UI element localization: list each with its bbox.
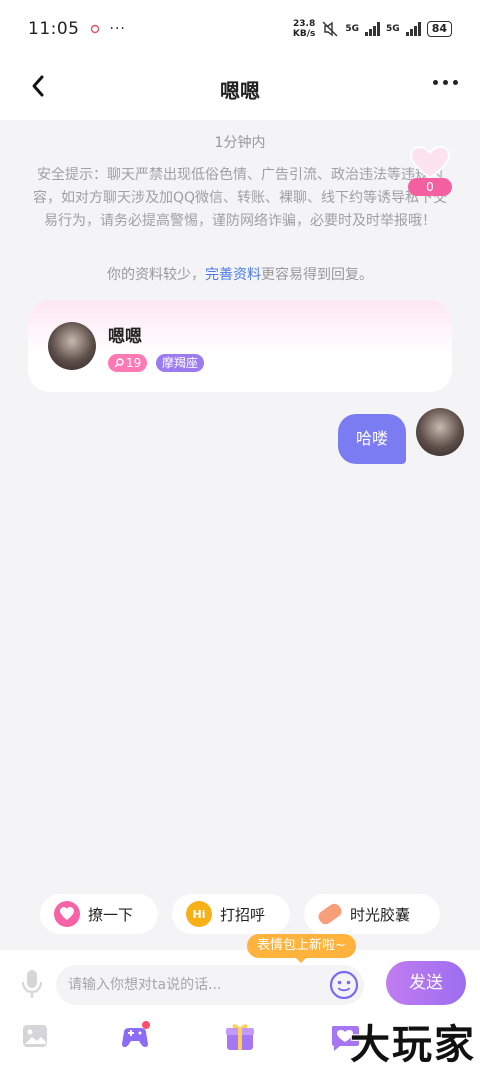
more-notifications-icon: ··· [109,21,126,37]
quick-actions: 撩一下 Hi 打招呼 时光胶囊 [0,894,480,934]
avatar[interactable] [48,322,96,370]
capsule-icon [316,901,344,927]
net-speed: 23.8 KB/s [292,19,316,39]
message-input[interactable] [56,965,364,1005]
back-button[interactable] [24,72,52,100]
profile-name: 嗯嗯 [108,327,142,347]
heart-icon [410,146,450,180]
my-avatar[interactable] [416,408,464,456]
microphone-icon[interactable] [18,968,46,1000]
age-badge: 19 [108,354,148,372]
profile-card[interactable]: 嗯嗯 19 摩羯座 [28,300,452,392]
more-options-button[interactable] [433,80,458,85]
battery-indicator: 84 [426,21,452,37]
status-bar: 11:05 ··· 23.8 KB/s 5G 5G 84 [0,0,480,58]
signal-icon [365,22,381,36]
image-icon[interactable] [18,1020,52,1054]
sim2-label: 5G [386,24,400,34]
page-title: 嗯嗯 [220,78,260,103]
game-controller-icon[interactable] [118,1020,152,1054]
chat-header: 嗯嗯 [0,58,480,120]
profile-tip: 你的资料较少，完善资料更容易得到回复。 [107,267,373,283]
mute-icon [322,21,338,37]
sim1-label: 5G [345,24,360,34]
complete-profile-link[interactable]: 完善资料 [205,267,261,283]
emoji-icon[interactable] [329,970,359,1000]
flirt-icon [54,901,80,927]
signal-icon-2 [405,22,421,36]
hi-icon: Hi [186,901,212,927]
status-time: 11:05 [28,19,80,39]
send-button[interactable]: 发送 [386,961,466,1005]
heart-count-badge: 0 [408,178,452,196]
safety-notice: 安全提示：聊天严禁出现低俗色情、广告引流、政治违法等违规内容，如对方聊天涉及加Q… [32,167,448,229]
gift-icon[interactable] [223,1020,257,1054]
female-gender-icon [114,358,124,368]
zodiac-badge: 摩羯座 [156,354,205,372]
intimacy-widget[interactable]: 0 [408,146,452,200]
flirt-button[interactable]: 撩一下 [40,894,158,934]
new-emoji-tooltip[interactable]: 表情包上新啦~ [247,934,356,963]
watermark-logo: 大玩家 [350,1021,476,1066]
message-bubble[interactable]: 哈喽 [337,414,406,464]
time-capsule-button[interactable]: 时光胶囊 [304,894,440,934]
input-bar: 发送 [0,950,480,1020]
notification-icon [90,24,99,34]
chevron-left-icon [32,75,44,97]
greet-button[interactable]: Hi 打招呼 [172,894,290,934]
